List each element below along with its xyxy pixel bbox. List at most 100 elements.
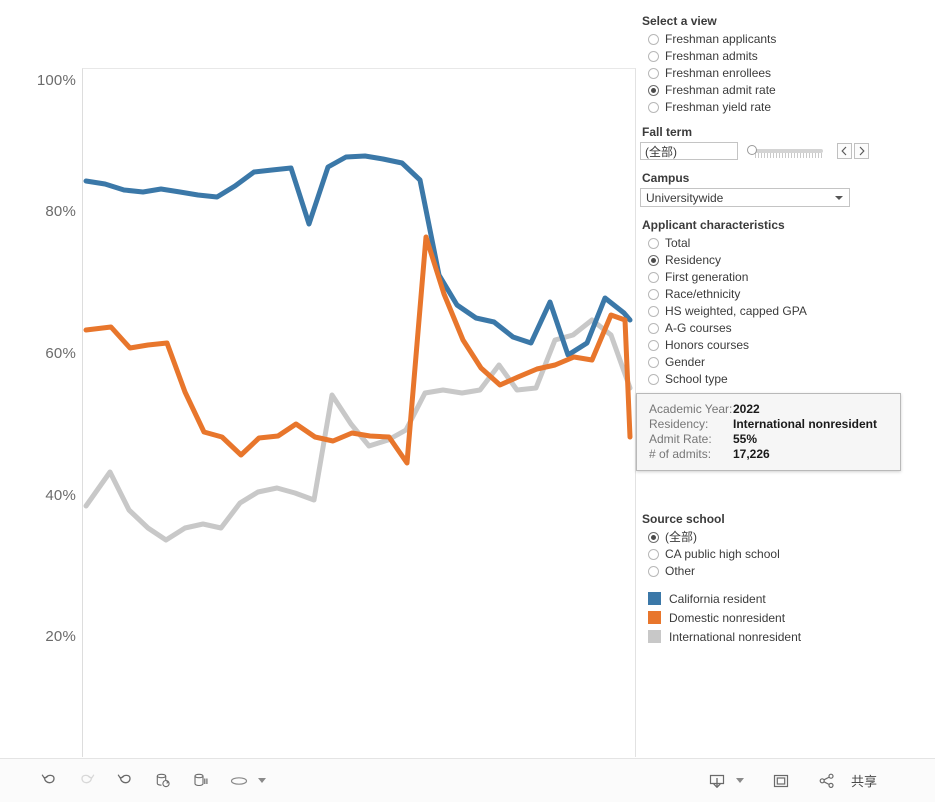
radio-label: Race/ethnicity [665, 287, 741, 301]
radio-button-icon [648, 51, 659, 62]
radio-button-icon [648, 289, 659, 300]
highlight-dropdown-caret-icon[interactable] [258, 778, 266, 783]
radio-label: School type [665, 372, 728, 386]
legend-label: California resident [669, 591, 766, 606]
radio-label: CA public high school [665, 547, 780, 561]
radio-button-selected-icon [648, 255, 659, 266]
highlight-button[interactable] [224, 767, 254, 795]
tooltip-row: Admit Rate: 55% [649, 432, 900, 447]
radio-button-icon [648, 549, 659, 560]
legend-item-california-resident[interactable]: California resident [648, 589, 801, 608]
slider-knob[interactable] [747, 145, 757, 155]
campus-selected-value: Universitywide [646, 191, 724, 205]
tooltip-row: Residency: International nonresident [649, 417, 900, 432]
radio-button-icon [648, 374, 659, 385]
redo-button[interactable] [72, 767, 102, 795]
legend-label: International nonresident [669, 629, 802, 644]
highlight-icon [230, 776, 248, 785]
tooltip-key: Academic Year: [649, 402, 733, 416]
tooltip-key: # of admits: [649, 447, 712, 461]
select-a-view-group: Select a view Freshman applicants Freshm… [640, 14, 880, 116]
next-term-button[interactable] [854, 143, 869, 159]
refresh-data-icon [156, 773, 170, 787]
fall-term-title: Fall term [642, 125, 693, 139]
undo-icon [41, 774, 55, 783]
legend-item-international-nonresident[interactable]: International nonresident [648, 627, 801, 646]
previous-term-button[interactable] [837, 143, 852, 159]
fall-term-input[interactable] [640, 142, 738, 160]
y-axis-tick: 60% [45, 345, 76, 362]
radio-freshman-applicants[interactable]: Freshman applicants [648, 31, 880, 48]
radio-button-icon [648, 34, 659, 45]
radio-label: Residency [665, 253, 722, 267]
radio-button-icon [648, 340, 659, 351]
campus-dropdown[interactable]: Universitywide [640, 188, 850, 207]
radio-label: Gender [665, 355, 706, 369]
y-axis: 100% 80% 60% 40% 20% [0, 0, 76, 757]
share-button[interactable] [816, 767, 838, 795]
radio-label: First generation [665, 270, 749, 284]
radio-hs-weighted-capped-gpa[interactable]: HS weighted, capped GPA [648, 303, 880, 320]
radio-honors-courses[interactable]: Honors courses [648, 337, 880, 354]
refresh-data-button[interactable] [148, 767, 178, 795]
radio-residency[interactable]: Residency [648, 252, 880, 269]
legend-color-swatch [648, 611, 661, 624]
pause-updates-button[interactable] [186, 767, 216, 795]
radio-freshman-admit-rate[interactable]: Freshman admit rate [648, 82, 880, 99]
legend-color-swatch [648, 630, 661, 643]
radio-label: (全部) [665, 530, 697, 544]
radio-button-icon [648, 272, 659, 283]
radio-button-icon [648, 68, 659, 79]
legend-label: Domestic nonresident [669, 610, 786, 625]
radio-freshman-admits[interactable]: Freshman admits [648, 48, 880, 65]
fall-term-slider[interactable] [747, 142, 825, 160]
slider-ticks [755, 153, 823, 158]
campus-title: Campus [642, 171, 690, 185]
radio-source-all[interactable]: (全部) [648, 529, 880, 546]
legend-item-domestic-nonresident[interactable]: Domestic nonresident [648, 608, 801, 627]
radio-gender[interactable]: Gender [648, 354, 880, 371]
radio-label: Total [665, 236, 691, 250]
share-label: 共享 [850, 774, 877, 789]
radio-label: Freshman admits [665, 49, 758, 63]
radio-freshman-yield-rate[interactable]: Freshman yield rate [648, 99, 880, 116]
tooltip-value: 2022 [733, 402, 760, 416]
radio-a-g-courses[interactable]: A-G courses [648, 320, 880, 337]
download-dropdown-caret-icon[interactable] [735, 778, 744, 783]
tooltip-value: 17,226 [733, 447, 770, 461]
radio-source-other[interactable]: Other [648, 563, 880, 580]
radio-source-ca-public-high-school[interactable]: CA public high school [648, 546, 880, 563]
y-axis-tick: 80% [45, 203, 76, 220]
select-a-view-title: Select a view [642, 14, 717, 28]
chevron-right-icon [859, 146, 865, 156]
tableau-viz-app: 100% 80% 60% 40% 20% Select a view Fresh… [0, 0, 935, 802]
data-point-tooltip: Academic Year: 2022 Residency: Internati… [636, 393, 901, 471]
radio-freshman-enrollees[interactable]: Freshman enrollees [648, 65, 880, 82]
y-axis-tick: 20% [45, 628, 76, 645]
radio-label: Other [665, 564, 696, 578]
radio-label: A-G courses [665, 321, 732, 335]
revert-icon [117, 774, 131, 783]
radio-school-type[interactable]: School type [648, 371, 880, 388]
tooltip-value: International nonresident [733, 417, 878, 431]
campus-group: Campus Universitywide [640, 171, 880, 207]
bottom-toolbar: 共享 [0, 758, 935, 802]
radio-button-icon [648, 306, 659, 317]
radio-label: Freshman enrollees [665, 66, 772, 80]
y-axis-tick: 40% [45, 487, 76, 504]
radio-race-ethnicity[interactable]: Race/ethnicity [648, 286, 880, 303]
radio-total[interactable]: Total [648, 235, 880, 252]
download-icon [709, 774, 725, 788]
radio-label: Freshman applicants [665, 32, 777, 46]
redo-icon [81, 774, 95, 783]
radio-label: Honors courses [665, 338, 750, 352]
fullscreen-button[interactable] [766, 767, 796, 795]
plot-area[interactable] [82, 68, 636, 757]
radio-label: Freshman yield rate [665, 100, 772, 114]
radio-label: HS weighted, capped GPA [665, 304, 807, 318]
radio-first-generation[interactable]: First generation [648, 269, 880, 286]
download-button[interactable] [702, 767, 732, 795]
undo-button[interactable] [34, 767, 64, 795]
y-axis-tick: 100% [36, 72, 76, 89]
revert-button[interactable] [110, 767, 140, 795]
